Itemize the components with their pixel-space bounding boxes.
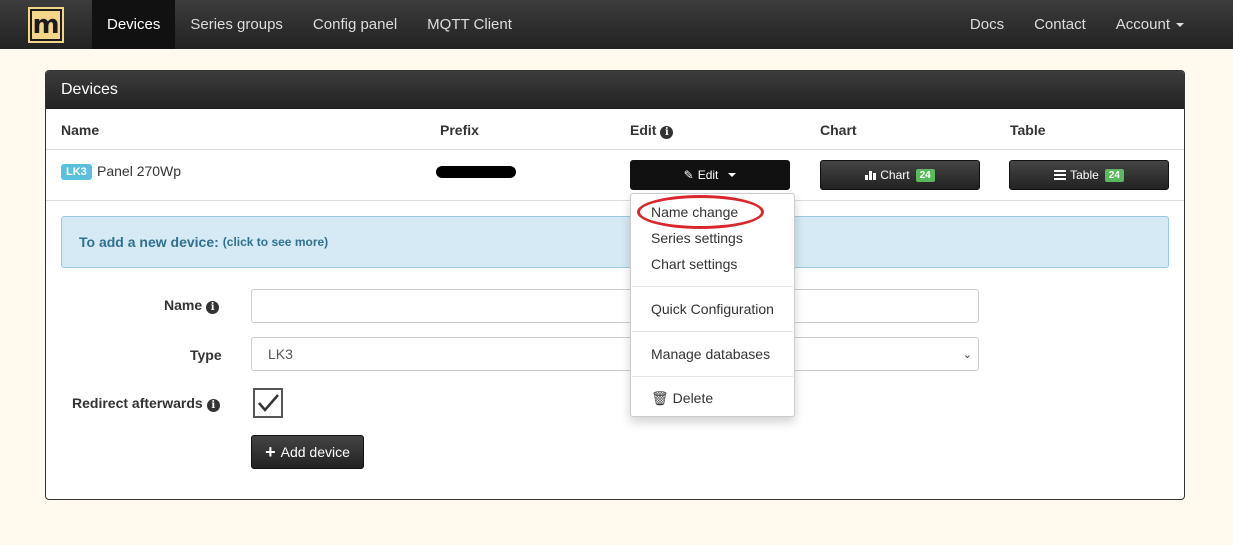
column-header-edit-label: Edit	[630, 122, 657, 138]
nav-right-group: Docs Contact Account	[955, 0, 1233, 49]
table-button[interactable]: Table 24	[1009, 160, 1169, 190]
table-button-label: Table	[1070, 168, 1099, 182]
highlight-annotation	[637, 195, 764, 229]
nav-series-groups[interactable]: Series groups	[175, 0, 298, 49]
redirect-checkbox[interactable]	[253, 388, 283, 418]
column-header-prefix: Prefix	[440, 122, 479, 138]
add-device-button[interactable]: + Add device	[251, 435, 364, 469]
caret-down-icon	[728, 173, 737, 177]
logo[interactable]: m	[0, 0, 92, 49]
nav-config-panel[interactable]: Config panel	[298, 0, 412, 49]
list-icon	[1054, 170, 1067, 180]
info-icon[interactable]: i	[206, 399, 220, 412]
menu-item-quick-configuration[interactable]: Quick Configuration	[651, 301, 774, 317]
menu-item-delete-label: Delete	[672, 390, 714, 406]
devices-panel: Devices Name Prefix Edit i Chart Table LK…	[45, 70, 1185, 500]
menu-item-manage-databases[interactable]: Manage databases	[651, 346, 770, 362]
nav-docs[interactable]: Docs	[955, 0, 1019, 49]
nav-mqtt-client[interactable]: MQTT Client	[412, 0, 527, 49]
edit-dropdown-button[interactable]: ✎ Edit	[630, 160, 790, 190]
add-device-alert[interactable]: To add a new device: (click to see more)	[61, 216, 1169, 268]
name-field-label-text: Name	[164, 297, 203, 313]
column-header-name: Name	[61, 122, 100, 138]
chevron-down-icon: ⌄	[962, 349, 972, 361]
column-header-chart: Chart	[820, 122, 857, 138]
info-icon[interactable]: i	[660, 126, 674, 139]
menu-item-chart-settings[interactable]: Chart settings	[651, 256, 737, 272]
add-device-label: Add device	[280, 444, 350, 460]
menu-divider	[632, 286, 793, 287]
device-type-label: LK3	[61, 164, 92, 180]
bar-chart-icon	[865, 171, 877, 180]
trash-icon: 🗑	[651, 390, 669, 406]
type-select[interactable]: LK3 ⌄	[251, 337, 979, 371]
table-divider	[46, 149, 1184, 150]
nav-contact[interactable]: Contact	[1019, 0, 1101, 49]
chart-button[interactable]: Chart 24	[820, 160, 980, 190]
redirect-field-label: Redirect afterwards i	[72, 395, 220, 412]
menu-item-delete[interactable]: 🗑 Delete	[651, 390, 713, 407]
prefix-redacted	[436, 166, 516, 178]
nav-account[interactable]: Account	[1101, 0, 1199, 49]
column-header-edit: Edit i	[630, 122, 674, 139]
type-select-value: LK3	[268, 346, 293, 362]
chart-count-badge: 24	[915, 168, 935, 182]
top-navbar: m Devices Series groups Config panel MQT…	[0, 0, 1233, 49]
chart-button-label: Chart	[880, 168, 910, 182]
alert-title: To add a new device:	[79, 234, 219, 250]
menu-divider	[632, 331, 793, 332]
redirect-field-label-text: Redirect afterwards	[72, 395, 203, 411]
edit-icon: ✎	[683, 168, 694, 182]
caret-down-icon	[1176, 22, 1184, 27]
table-count-badge: 24	[1104, 168, 1124, 182]
column-header-table: Table	[1010, 122, 1046, 138]
device-name: Panel 270Wp	[97, 163, 182, 179]
nav-account-label: Account	[1115, 16, 1170, 33]
name-field-label: Name i	[164, 297, 220, 314]
menu-item-series-settings[interactable]: Series settings	[651, 230, 743, 246]
checkmark-icon	[258, 394, 279, 412]
nav-devices[interactable]: Devices	[92, 0, 176, 49]
alert-hint: (click to see more)	[222, 235, 329, 249]
table-divider	[46, 200, 1184, 201]
panel-title: Devices	[46, 71, 1184, 109]
edit-button-label: Edit	[697, 168, 719, 182]
type-field-label: Type	[190, 347, 222, 363]
plus-icon: +	[265, 441, 276, 462]
menu-divider	[632, 376, 793, 377]
logo-mark: m	[30, 8, 62, 41]
name-input[interactable]	[251, 289, 979, 323]
info-icon[interactable]: i	[206, 301, 220, 314]
